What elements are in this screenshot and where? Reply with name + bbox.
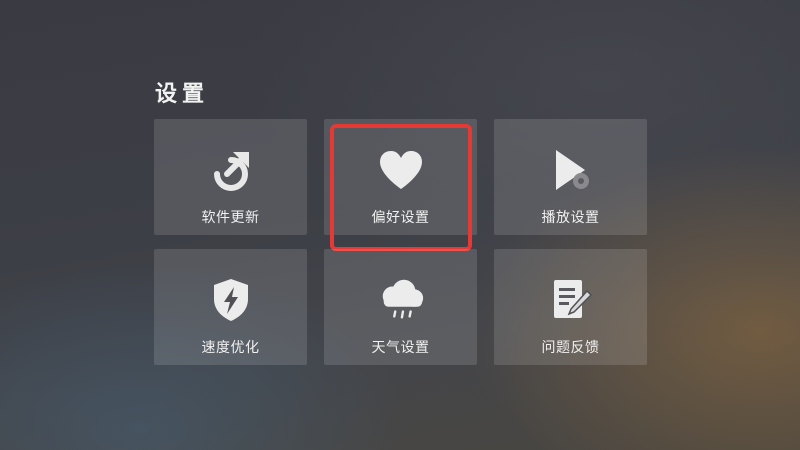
- settings-grid: 软件更新 偏好设置 播放设置 速度优化 天气设置 问题反馈: [154, 119, 647, 365]
- tile-label: 天气设置: [371, 340, 430, 356]
- tile-label: 速度优化: [201, 340, 260, 356]
- tile-preferences[interactable]: 偏好设置: [324, 119, 477, 251]
- tile-label: 播放设置: [541, 210, 600, 226]
- page-title: 设置: [155, 82, 210, 107]
- tile-label: 软件更新: [201, 210, 260, 226]
- tile-speed-optimize[interactable]: 速度优化: [154, 249, 307, 365]
- heart-icon: [376, 147, 426, 193]
- settings-screen: 设置 软件更新 偏好设置 播放设置 速度优化 天气设置 问题反馈: [0, 0, 800, 450]
- tile-label: 问题反馈: [541, 340, 600, 356]
- tile-playback-settings[interactable]: 播放设置: [494, 119, 647, 235]
- speed-shield-icon: [206, 277, 256, 323]
- tile-feedback[interactable]: 问题反馈: [494, 249, 647, 365]
- tile-software-update[interactable]: 软件更新: [154, 119, 307, 235]
- update-arrow-icon: [206, 147, 256, 193]
- weather-cloud-icon: [376, 277, 426, 323]
- play-settings-icon: [546, 147, 596, 193]
- tile-weather-settings[interactable]: 天气设置: [324, 249, 477, 365]
- tile-label: 偏好设置: [371, 210, 430, 226]
- feedback-note-icon: [546, 277, 596, 323]
